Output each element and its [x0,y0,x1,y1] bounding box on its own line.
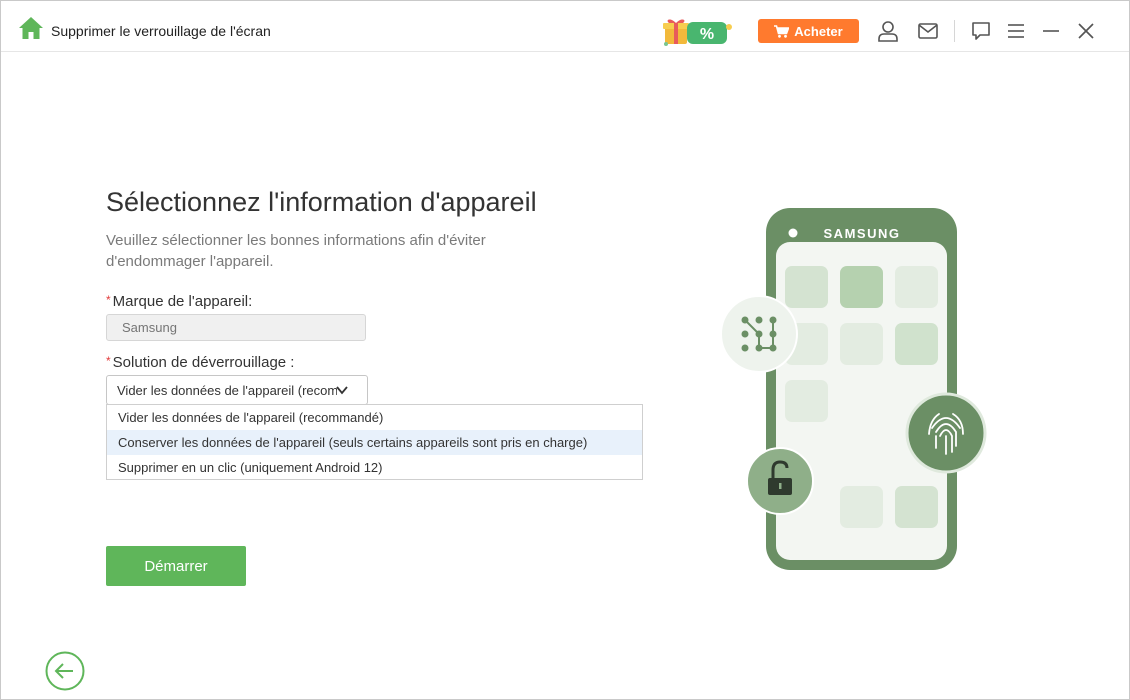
mail-icon[interactable] [917,20,939,42]
required-marker: * [106,293,111,307]
minimize-icon[interactable] [1040,20,1062,42]
brand-input [106,314,366,341]
buy-button-label: Acheter [794,23,843,39]
close-icon[interactable] [1075,20,1097,42]
dropdown-option[interactable]: Supprimer en un clic (uniquement Android… [107,455,642,480]
solution-dropdown: Vider les données de l'appareil (recomma… [106,404,643,480]
buy-button[interactable]: Acheter [758,19,859,43]
app-window: Supprimer le verrouillage de l'écran % A… [0,0,1130,700]
cart-icon [774,24,790,38]
solution-selected-value: Vider les données de l'appareil (recomma… [117,383,337,398]
start-button[interactable]: Démarrer [106,546,246,586]
brand-field-label: * Marque de l'appareil: [106,293,252,310]
solution-field-label: * Solution de déverrouillage : [106,354,294,371]
back-arrow-icon[interactable] [45,651,85,691]
required-marker: * [106,354,111,368]
brand-label-text: Marque de l'appareil: [112,293,253,310]
solution-label-text: Solution de déverrouillage : [112,354,295,371]
dropdown-option[interactable]: Vider les données de l'appareil (recomma… [107,405,642,430]
title-bar: Supprimer le verrouillage de l'écran % A… [1,1,1129,52]
fingerprint-icon [905,392,987,474]
gift-promo-icon[interactable]: % [661,17,733,47]
solution-select[interactable]: Vider les données de l'appareil (recomma… [106,375,368,405]
phone-illustration: SAMSUNG [720,208,987,570]
chevron-down-icon [336,386,348,395]
camera-dot [788,228,798,238]
unlock-icon [746,447,814,515]
user-icon[interactable] [877,20,899,42]
app-title: Supprimer le verrouillage de l'écran [51,23,271,39]
toolbar-separator [954,20,955,42]
chat-icon[interactable] [970,20,992,42]
menu-icon[interactable] [1005,20,1027,42]
page-title: Sélectionnez l'information d'appareil [106,187,537,217]
dropdown-option[interactable]: Conserver les données de l'appareil (seu… [107,430,642,455]
page-subtitle: Veuillez sélectionner les bonnes informa… [106,232,486,270]
promo-badge-text: % [700,26,714,43]
pattern-lock-icon [720,295,798,373]
phone-brand-text: SAMSUNG [824,226,901,241]
home-icon[interactable] [18,16,44,40]
